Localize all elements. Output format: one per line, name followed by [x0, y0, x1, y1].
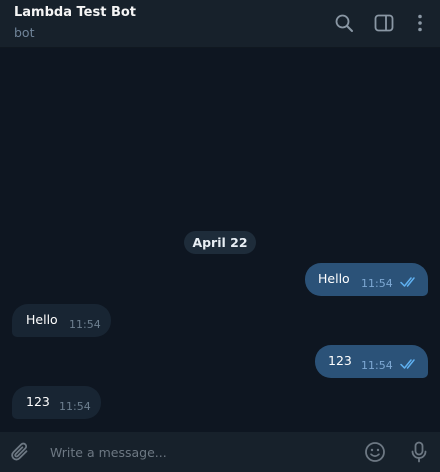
- chat-subtitle: bot: [14, 25, 35, 40]
- sidebar-toggle-icon[interactable]: [373, 12, 395, 34]
- double-check-icon: [400, 358, 418, 370]
- message-composer: [0, 432, 440, 472]
- search-icon[interactable]: [333, 12, 355, 34]
- message-text: Hello: [26, 312, 58, 327]
- outgoing-message[interactable]: 123 11:54: [315, 345, 428, 378]
- double-check-icon: [400, 276, 418, 288]
- date-separator: April 22: [184, 231, 256, 254]
- microphone-icon[interactable]: [407, 440, 431, 464]
- outgoing-message[interactable]: Hello 11:54: [305, 263, 428, 296]
- chat-title[interactable]: Lambda Test Bot: [14, 5, 136, 20]
- message-input[interactable]: [42, 438, 358, 466]
- message-time: 11:54: [69, 318, 101, 331]
- message-text: 123: [328, 353, 352, 368]
- incoming-message[interactable]: 123 11:54: [12, 386, 101, 419]
- paperclip-icon[interactable]: [9, 440, 33, 464]
- message-time: 11:54: [361, 277, 393, 290]
- incoming-message[interactable]: Hello 11:54: [12, 304, 111, 337]
- message-list[interactable]: April 22 Hello 11:54 Hello 11:54 123 11:…: [0, 48, 440, 432]
- message-time: 11:54: [59, 400, 91, 413]
- message-text: 123: [26, 394, 50, 409]
- message-text: Hello: [318, 271, 350, 286]
- message-time: 11:54: [361, 359, 393, 372]
- emoji-icon[interactable]: [363, 440, 387, 464]
- more-vertical-icon[interactable]: [409, 12, 431, 34]
- chat-header: Lambda Test Bot bot: [0, 0, 440, 48]
